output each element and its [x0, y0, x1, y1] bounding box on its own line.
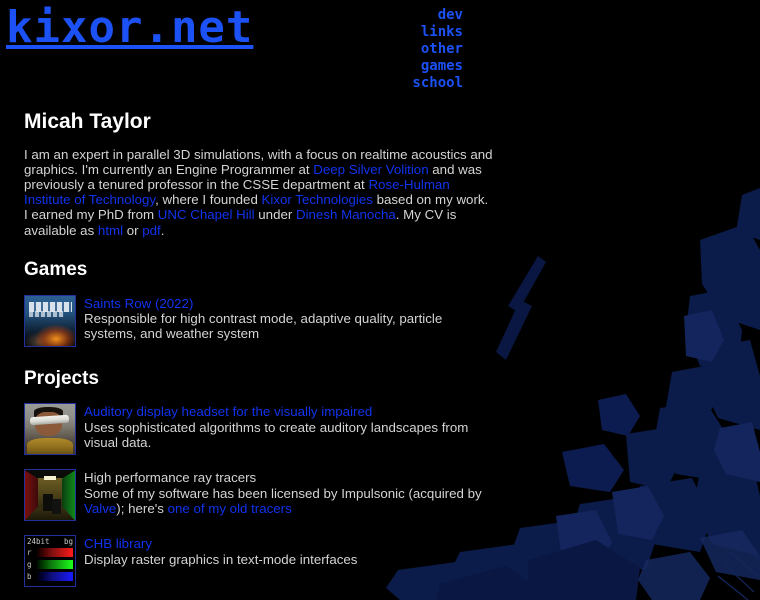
bio-text-3: , where I founded [155, 192, 262, 208]
link-dinesh-manocha[interactable]: Dinesh Manocha [296, 207, 396, 222]
list-item-body: CHB library Display raster graphics in t… [84, 535, 494, 567]
desc-text-2: ); here's [116, 501, 168, 517]
chb-header-right-label: bg [63, 537, 73, 547]
section-title-projects: Projects [24, 367, 99, 389]
list-item[interactable]: 24bit bg r g b CHB library Display raste… [24, 535, 494, 588]
list-item[interactable]: Saints Row (2022) Responsible for high c… [24, 294, 494, 347]
site-header: kixor.net dev links other games school [0, 0, 760, 100]
chb-rgb-ramp-thumbnail[interactable]: 24bit bg r g b [24, 535, 76, 588]
nav-item-links[interactable]: links [412, 24, 463, 41]
link-deep-silver-volition[interactable]: Deep Silver Volition [313, 162, 428, 177]
list-item-description: Uses sophisticated algorithms to create … [84, 419, 469, 451]
list-item[interactable]: Auditory display headset for the visuall… [24, 403, 494, 456]
bio-text-5: under [254, 207, 296, 223]
list-item-body: Saints Row (2022) Responsible for high c… [84, 295, 494, 342]
list-item-description: Some of my software has been licensed by… [84, 486, 494, 516]
list-item-title-ray-tracers: High performance ray tracers [84, 470, 257, 486]
section-title-games: Games [24, 258, 88, 280]
link-chb-library[interactable]: CHB library [84, 536, 494, 552]
list-item-description: Display raster graphics in text-mode int… [84, 551, 358, 567]
nav-item-games[interactable]: games [412, 58, 463, 75]
nav-item-school[interactable]: school [412, 75, 463, 92]
chb-red-label: r [27, 548, 32, 558]
nav-item-other[interactable]: other [412, 41, 463, 58]
chb-header-left-label: 24bit [27, 537, 50, 547]
chb-blue-ramp [36, 572, 73, 582]
chb-red-ramp [36, 548, 73, 558]
saints-row-cover-thumbnail[interactable] [24, 294, 76, 347]
auditory-headset-photo-thumbnail[interactable] [24, 403, 76, 456]
list-item-body: High performance ray tracers Some of my … [84, 469, 494, 516]
link-one-of-my-old-tracers[interactable]: one of my old tracers [168, 501, 292, 516]
chb-blue-label: b [27, 572, 32, 582]
link-saints-row-2022[interactable]: Saints Row (2022) [84, 296, 494, 312]
list-item-body: Auditory display headset for the visuall… [84, 403, 494, 450]
site-title-logo[interactable]: kixor.net [6, 6, 253, 50]
link-auditory-display-headset[interactable]: Auditory display headset for the visuall… [84, 404, 494, 420]
chb-green-label: g [27, 560, 32, 570]
chb-green-ramp [36, 560, 73, 570]
nav-item-dev[interactable]: dev [412, 7, 463, 24]
link-kixor-technologies[interactable]: Kixor Technologies [262, 192, 373, 207]
main-content: Micah Taylor I am an expert in parallel … [0, 110, 494, 600]
link-unc-chapel-hill[interactable]: UNC Chapel Hill [158, 207, 255, 222]
link-cv-html[interactable]: html [98, 223, 123, 238]
bio-text-8: . [160, 222, 165, 238]
primary-navigation: dev links other games school [412, 7, 463, 92]
bio-text-7: or [123, 222, 143, 238]
desc-text-1: Some of my software has been licensed by… [84, 485, 482, 501]
list-item[interactable]: High performance ray tracers Some of my … [24, 469, 494, 522]
bio-paragraph: I am an expert in parallel 3D simulation… [24, 147, 494, 238]
link-cv-pdf[interactable]: pdf [142, 223, 161, 238]
page-title: Micah Taylor [24, 110, 151, 133]
cornell-box-render-thumbnail[interactable] [24, 469, 76, 522]
link-valve[interactable]: Valve [84, 501, 116, 516]
list-item-description: Responsible for high contrast mode, adap… [84, 311, 443, 342]
